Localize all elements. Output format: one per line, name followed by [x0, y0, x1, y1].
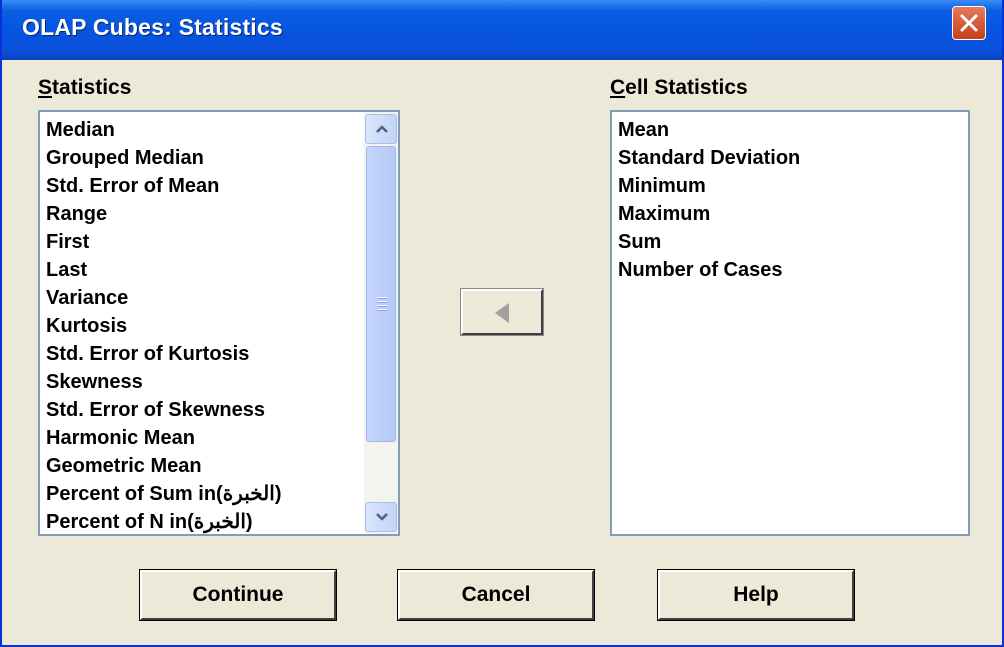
list-item[interactable]: Variance: [46, 284, 281, 312]
title-bar[interactable]: OLAP Cubes: Statistics: [2, 0, 1002, 60]
list-item[interactable]: Skewness: [46, 368, 281, 396]
olap-statistics-dialog: OLAP Cubes: Statistics Statistics Median…: [0, 0, 1004, 647]
list-item[interactable]: Number of Cases: [618, 256, 800, 284]
list-item[interactable]: Range: [46, 200, 281, 228]
list-item[interactable]: Geometric Mean: [46, 452, 281, 480]
continue-button[interactable]: Continue: [140, 570, 336, 620]
cell-statistics-listbox[interactable]: Mean Standard Deviation Minimum Maximum …: [610, 110, 970, 536]
list-item[interactable]: Kurtosis: [46, 312, 281, 340]
list-item[interactable]: Standard Deviation: [618, 144, 800, 172]
list-item[interactable]: Grouped Median: [46, 144, 281, 172]
statistics-label: Statistics: [38, 76, 132, 99]
list-item[interactable]: Percent of Sum in(الخبرة): [46, 480, 281, 508]
vertical-scrollbar[interactable]: [364, 112, 398, 534]
list-item[interactable]: Std. Error of Skewness: [46, 396, 281, 424]
list-item[interactable]: Sum: [618, 228, 800, 256]
statistics-listbox[interactable]: Median Grouped Median Std. Error of Mean…: [38, 110, 400, 536]
list-item[interactable]: Median: [46, 116, 281, 144]
list-item[interactable]: Std. Error of Mean: [46, 172, 281, 200]
close-button[interactable]: [952, 6, 986, 40]
list-item[interactable]: Minimum: [618, 172, 800, 200]
cell-statistics-label: Cell Statistics: [610, 76, 748, 99]
list-item[interactable]: Mean: [618, 116, 800, 144]
list-item[interactable]: First: [46, 228, 281, 256]
scroll-up-button[interactable]: [365, 114, 397, 144]
list-item[interactable]: Last: [46, 256, 281, 284]
cancel-button[interactable]: Cancel: [398, 570, 594, 620]
list-item[interactable]: Percent of N in(الخبرة): [46, 508, 281, 534]
scroll-grip-icon: [377, 297, 387, 313]
list-item[interactable]: Std. Error of Kurtosis: [46, 340, 281, 368]
move-to-statistics-button[interactable]: [461, 289, 543, 335]
scroll-down-button[interactable]: [365, 502, 397, 532]
scroll-thumb[interactable]: [366, 146, 396, 442]
list-item[interactable]: Maximum: [618, 200, 800, 228]
list-item[interactable]: Harmonic Mean: [46, 424, 281, 452]
scroll-track[interactable]: [364, 144, 398, 502]
window-title: OLAP Cubes: Statistics: [22, 14, 283, 40]
help-button[interactable]: Help: [658, 570, 854, 620]
